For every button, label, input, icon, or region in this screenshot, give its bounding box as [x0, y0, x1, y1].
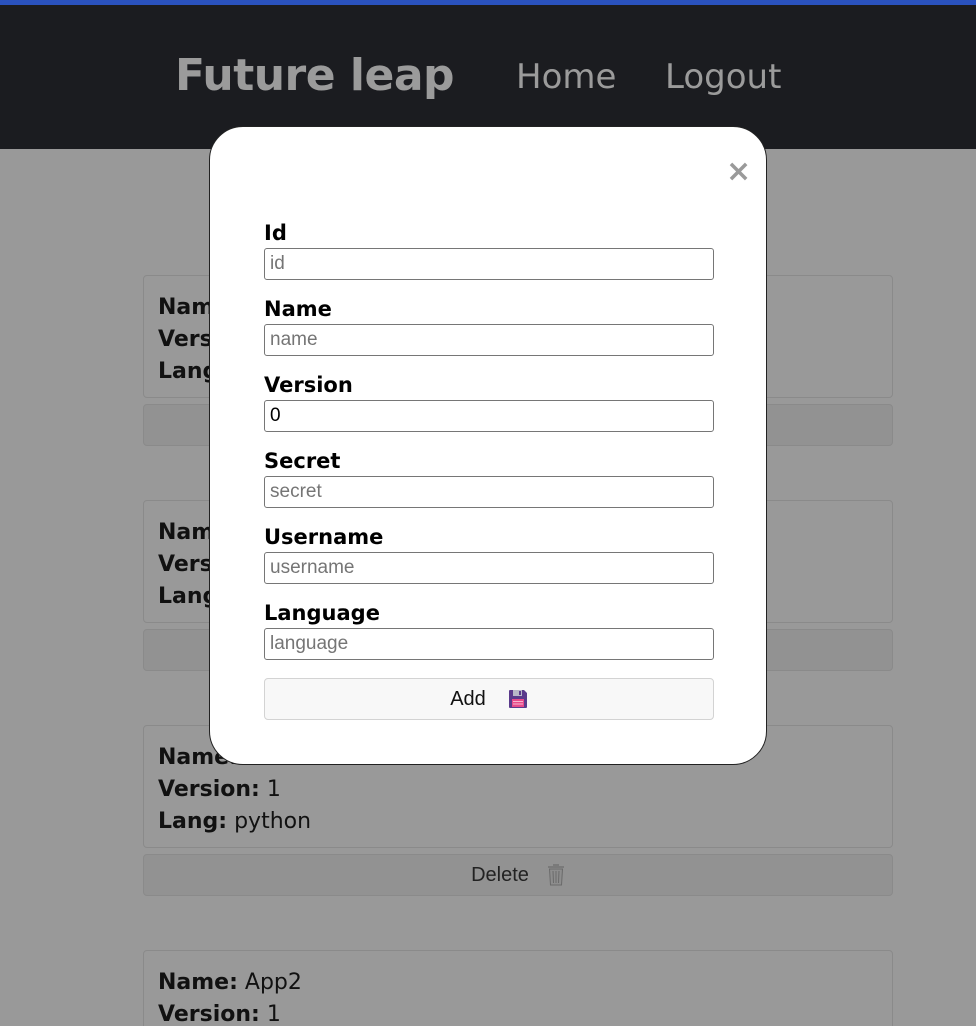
id-label: Id — [264, 221, 287, 245]
delete-label: Delete — [471, 863, 529, 886]
secret-label: Secret — [264, 449, 341, 473]
language-input[interactable] — [264, 628, 714, 660]
delete-button[interactable]: Delete — [143, 854, 893, 896]
version-value: 1 — [266, 1002, 281, 1026]
add-button[interactable]: Add — [264, 678, 714, 720]
nav-home-link[interactable]: Home — [516, 57, 616, 97]
id-input[interactable] — [264, 248, 714, 280]
secret-input[interactable] — [264, 476, 714, 508]
version-label: Version — [264, 373, 353, 397]
lang-value: python — [234, 809, 312, 834]
nav-logout-link[interactable]: Logout — [665, 57, 781, 97]
name-label: Nam — [158, 295, 215, 320]
version-label: Version: — [158, 777, 260, 802]
add-app-modal: × Id Name Version Secret Username Langua… — [209, 126, 767, 765]
language-label: Language — [264, 601, 380, 625]
version-label: Version: — [158, 1002, 260, 1026]
add-label: Add — [450, 687, 486, 710]
name-label: Name: — [158, 970, 238, 995]
username-label: Username — [264, 525, 384, 549]
trash-icon — [547, 864, 565, 886]
username-input[interactable] — [264, 552, 714, 584]
version-input[interactable] — [264, 400, 714, 432]
lang-label: Lang: — [158, 809, 228, 834]
name-label: Nam — [158, 520, 215, 545]
floppy-disk-icon — [508, 689, 528, 709]
name-label: Name — [264, 297, 332, 321]
version-value: 1 — [266, 777, 281, 802]
name-value: App2 — [244, 970, 302, 995]
name-input[interactable] — [264, 324, 714, 356]
close-icon[interactable]: × — [726, 157, 751, 187]
brand-logo[interactable]: Future leap — [175, 50, 455, 101]
app-card: Name: App2 Version: 1 — [143, 950, 893, 1026]
